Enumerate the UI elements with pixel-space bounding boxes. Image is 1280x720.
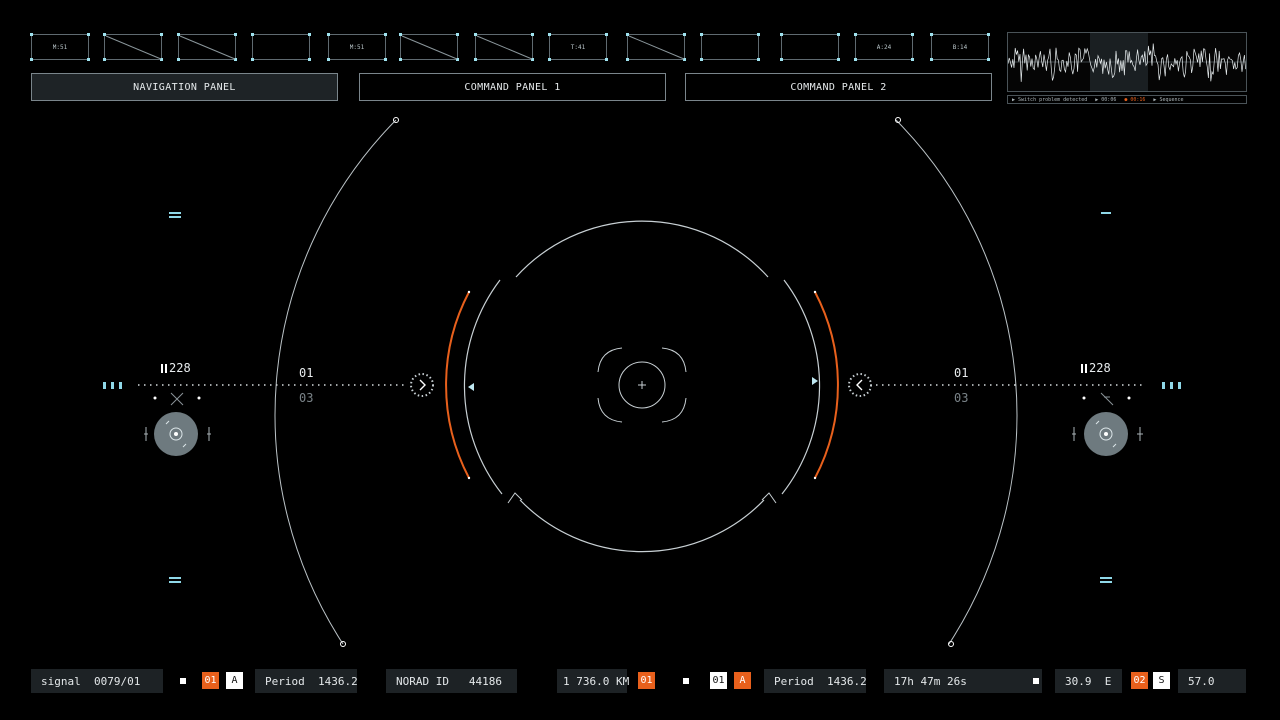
orange-arc-right (814, 291, 839, 479)
status-square-3 (1033, 678, 1039, 684)
right-primary: 01 (954, 366, 969, 380)
status-square (180, 678, 186, 684)
tag-01[interactable]: 01 (202, 672, 219, 689)
right-counter: 228 (1089, 361, 1111, 375)
triangle-left-icon (468, 383, 474, 391)
period-readout-2: Period 1436.2 (764, 669, 867, 693)
left-primary: 01 (299, 366, 314, 380)
norad-id-readout: NORAD ID 44186 (386, 669, 517, 693)
disc-icon (144, 392, 211, 456)
tag-02[interactable]: 02 (1131, 672, 1148, 689)
main-circle-bottom (519, 499, 765, 553)
chevron-right-icon (410, 373, 434, 397)
chevron-left-icon (848, 373, 872, 397)
right-secondary: 03 (954, 391, 969, 405)
outer-arc-left (274, 119, 397, 645)
tag-01-white[interactable]: 01 (710, 672, 727, 689)
left-counter: 228 (169, 361, 191, 375)
time-readout: 17h 47m 26s (884, 669, 1042, 693)
orange-arc-left (445, 291, 470, 479)
distance-readout: 1 736.0 KM (557, 669, 629, 693)
tag-distance-01[interactable]: 01 (638, 672, 655, 689)
disc-icon-right (1072, 392, 1143, 456)
tag-a-orange[interactable]: A (734, 672, 751, 689)
triangle-right-icon (812, 377, 818, 385)
crosshair-icon (597, 347, 687, 423)
main-circle-top (515, 220, 769, 278)
signal-readout: signal 0079/01 (31, 669, 163, 693)
tag-s[interactable]: S (1153, 672, 1170, 689)
main-circle-right (781, 279, 821, 495)
left-secondary: 03 (299, 391, 314, 405)
tag-a[interactable]: A (226, 672, 243, 689)
period-readout-1: Period 1436.2 (255, 669, 358, 693)
outer-arc-right (895, 119, 1018, 645)
hud-graphics (103, 117, 1181, 647)
value-readout: 57.0 (1178, 669, 1246, 693)
status-square-2 (683, 678, 689, 684)
heading-readout: 30.9 E (1055, 669, 1122, 693)
